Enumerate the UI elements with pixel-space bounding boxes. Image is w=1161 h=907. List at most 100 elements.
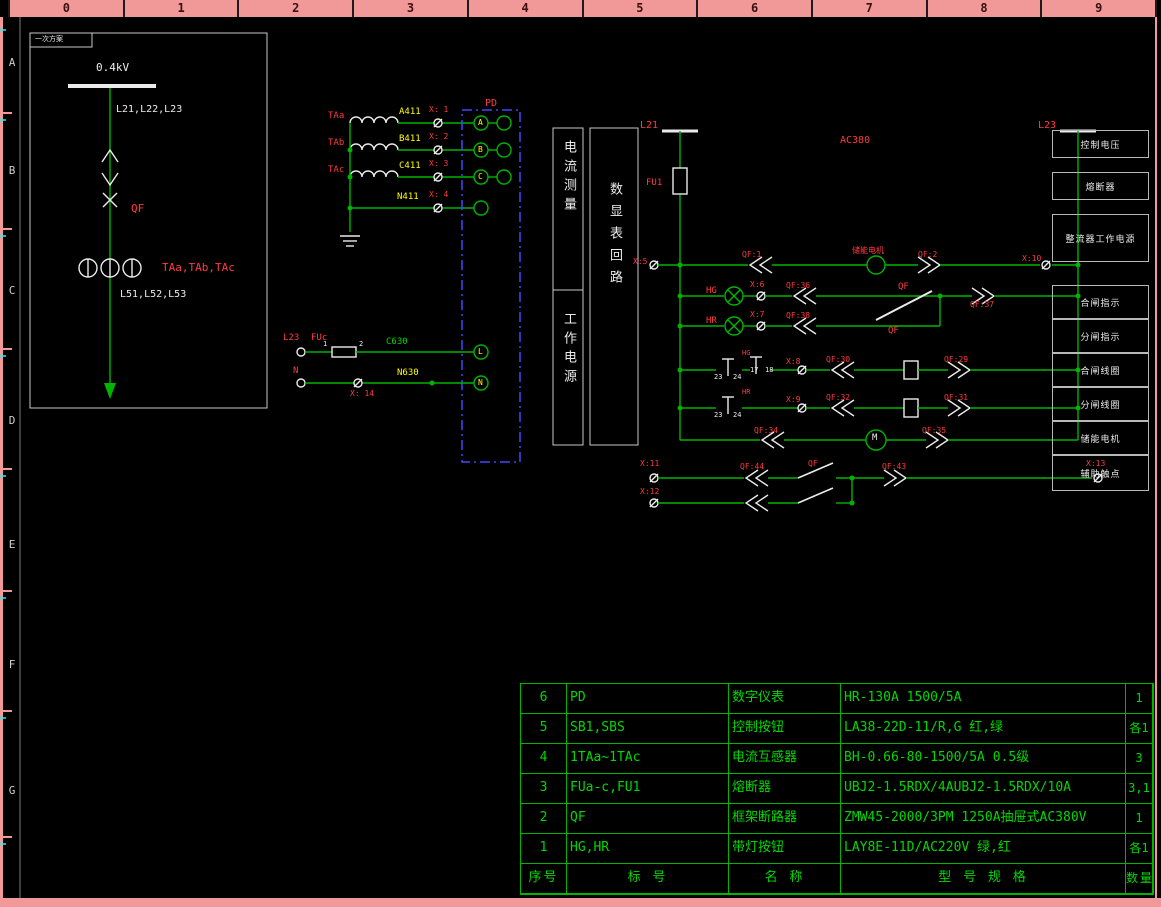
breaker-qf-upper-label: QF [898, 283, 909, 292]
bom-cell: 6 [521, 684, 567, 714]
terminal-x5-label: X:5 [633, 258, 647, 266]
contact-qf36-label: QF:36 [786, 282, 810, 290]
motor-m-label: M [872, 434, 877, 443]
pd-in-l-label: L [478, 348, 483, 356]
terminal-x6-label: X:6 [750, 281, 764, 289]
motor-charge-label-label: 储能电机 [852, 247, 884, 255]
bom-header-cell: 型 号 规 格 [841, 864, 1126, 894]
btn-18-label: 18 [765, 367, 773, 374]
button-hg-tag-label: HG [742, 350, 750, 357]
bom-cell: 1 [1126, 804, 1153, 834]
bom-cell: 4 [521, 744, 567, 774]
terminal-x10-label: X:10 [1022, 255, 1041, 263]
terminal-x2-label: X: 2 [429, 133, 448, 141]
bom-cell: FUa-c,FU1 [567, 774, 729, 804]
bom-cell: 控制按钮 [729, 714, 841, 744]
terminal-x11-label: X:11 [640, 460, 659, 468]
zone-letter-C: C [5, 284, 19, 297]
btn-17-label: 17 [750, 367, 758, 374]
bom-header-cell: 名 称 [729, 864, 841, 894]
wire-n630-label: N630 [397, 369, 419, 378]
contact-qf32-label: QF:32 [826, 394, 850, 402]
bom-cell: 2 [521, 804, 567, 834]
zone-letter-B: B [5, 164, 19, 177]
legend-box-0: 控制电压 [1052, 130, 1149, 158]
contact-qf38-label: QF:38 [786, 312, 810, 320]
ctrl-l21-label: L21 [640, 121, 658, 131]
btn-23-close-label: 23 [714, 374, 722, 381]
terminal-x14-label: X: 14 [350, 390, 374, 398]
bom-cell: 熔断器 [729, 774, 841, 804]
sld-outgoing-label: L51,L52,L53 [120, 290, 186, 300]
bom-header-cell: 序号 [521, 864, 567, 894]
legend-box-7: 储能电机 [1052, 421, 1149, 455]
terminal-x3-label: X: 3 [429, 160, 448, 168]
bom-cell: 带灯按钮 [729, 834, 841, 864]
sld-incoming-label: L21,L22,L23 [116, 105, 182, 115]
ctrl-ac380-label: AC380 [840, 136, 870, 146]
wire-a411-label: A411 [399, 108, 421, 117]
bom-cell: 5 [521, 714, 567, 744]
fuse-num-2-label: 2 [359, 341, 363, 348]
legend-box-8: 辅助触点 [1052, 455, 1149, 491]
legend-box-3: 合闸指示 [1052, 285, 1149, 319]
bom-cell: UBJ2-1.5RDX/4AUBJ2-1.5RDX/10A [841, 774, 1126, 804]
contact-qf2-label: QF:2 [918, 251, 937, 259]
zone-letter-F: F [5, 658, 19, 671]
bom-cell: 数字仪表 [729, 684, 841, 714]
btn-24-open-label: 24 [733, 412, 741, 419]
bom-cell: 3 [521, 774, 567, 804]
zone-letter-D: D [5, 414, 19, 427]
cad-drawing-canvas: 0123456789 [0, 0, 1161, 907]
terminal-x4-label: X: 4 [429, 191, 448, 199]
scheme-title-label: 一次方案 [35, 36, 63, 43]
zone-letter-G: G [5, 784, 19, 797]
legend-box-1: 熔断器 [1052, 172, 1149, 200]
pd-in-c-label: C [478, 173, 483, 181]
bom-cell: 框架断路器 [729, 804, 841, 834]
bom-cell: BH-0.66-80-1500/5A 0.5级 [841, 744, 1126, 774]
contact-qf44-label: QF:44 [740, 463, 764, 471]
bom-cell: PD [567, 684, 729, 714]
zone-letter-A: A [5, 56, 19, 69]
contact-qf34-label: QF:34 [754, 427, 778, 435]
sld-breaker-label: QF [131, 203, 144, 214]
bom-cell: SB1,SBS [567, 714, 729, 744]
btn-24-close-label: 24 [733, 374, 741, 381]
terminal-x8-label: X:8 [786, 358, 800, 366]
contact-qf35-label: QF:35 [922, 427, 946, 435]
wire-n411-label: N411 [397, 193, 419, 202]
btn-23-open-label: 23 [714, 412, 722, 419]
ct-taa-label: TAa [328, 112, 344, 121]
contact-qf31-label: QF:31 [944, 394, 968, 402]
legend-box-6: 分闸线圈 [1052, 387, 1149, 421]
pd-in-b-label: B [478, 146, 483, 154]
wire-c630-label: C630 [386, 338, 408, 347]
bom-cell: HR-130A 1500/5A [841, 684, 1126, 714]
terminal-x7-label: X:7 [750, 311, 764, 319]
bom-cell: 3,1 [1126, 774, 1153, 804]
power-l23-label: L23 [283, 334, 299, 343]
bom-cell: 3 [1126, 744, 1153, 774]
ct-tac-label: TAc [328, 166, 344, 175]
bom-cell: 各1 [1126, 714, 1153, 744]
sld-ct-group-label: TAa,TAb,TAc [162, 262, 235, 273]
bom-header-cell: 标 号 [567, 864, 729, 894]
bom-cell: LAY8E-11D/AC220V 绿,红 [841, 834, 1126, 864]
legend-box-2: 整流器工作电源 [1052, 214, 1149, 262]
bom-cell: QF [567, 804, 729, 834]
contact-qf43-label: QF:43 [882, 463, 906, 471]
contact-qf37-label: QF:37 [970, 301, 994, 309]
lamp-hr-label: HR [706, 317, 717, 326]
bom-table: 6PD数字仪表HR-130A 1500/5A15SB1,SBS控制按钮LA38-… [520, 683, 1154, 895]
terminal-x9-label: X:9 [786, 396, 800, 404]
contact-qf29-label: QF:29 [944, 356, 968, 364]
lamp-hg-label: HG [706, 287, 717, 296]
pd-in-a-label: A [478, 119, 483, 127]
bom-cell: 1 [1126, 684, 1153, 714]
panel-current-measure: 电流测量 [560, 140, 579, 216]
bom-cell: 1 [521, 834, 567, 864]
button-hr-tag-label: HR [742, 389, 750, 396]
sld-voltage-label: 0.4kV [96, 62, 129, 73]
wire-c411-label: C411 [399, 162, 421, 171]
